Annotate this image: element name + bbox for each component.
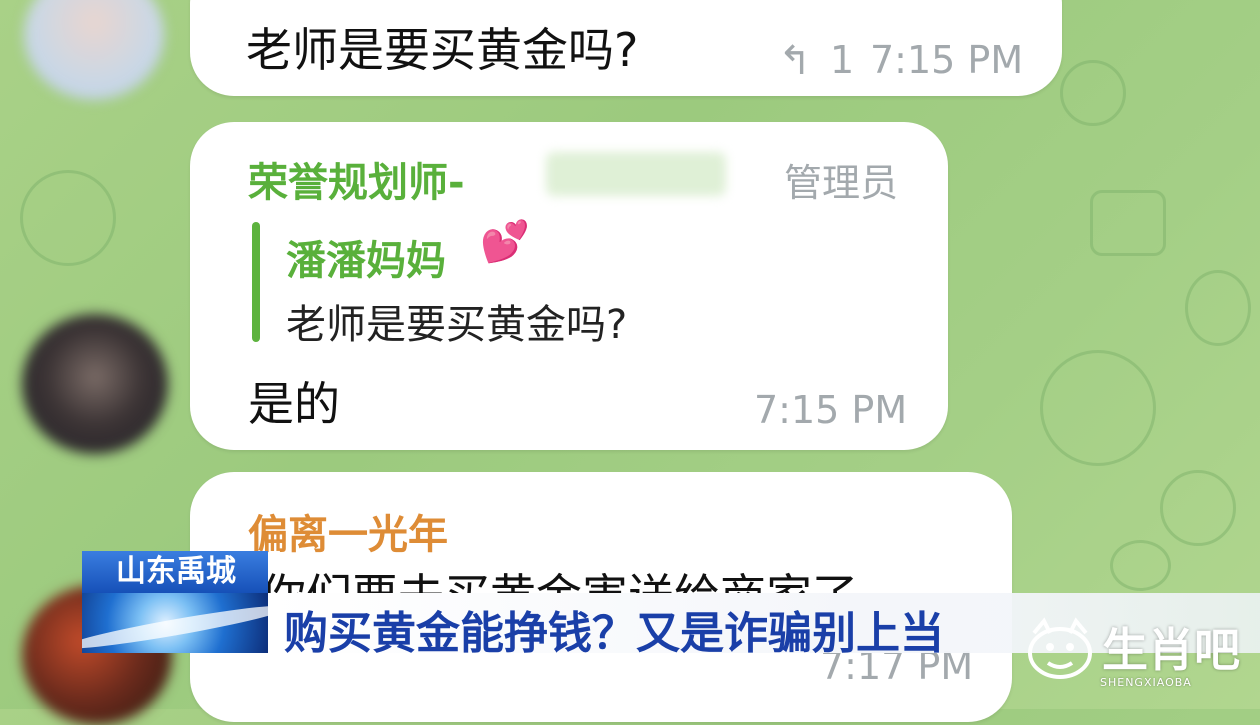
quoted-sender[interactable]: 潘潘妈妈: [286, 228, 446, 286]
reply-arrow-icon[interactable]: ↰: [778, 38, 812, 84]
admin-badge: 管理员: [784, 161, 899, 205]
avatar[interactable]: [22, 314, 168, 454]
avatar[interactable]: [24, 0, 164, 100]
background-doodle: [1040, 350, 1156, 466]
background-doodle: [1090, 190, 1166, 256]
message-text: 老师是要买黄金吗?: [246, 23, 639, 77]
message-bubble[interactable]: 老师是要买黄金吗? ↰ 1 7:15 PM: [190, 0, 1062, 96]
quote-bar: [252, 222, 260, 342]
background-doodle: [1060, 60, 1126, 126]
news-logo: [82, 593, 268, 653]
background-doodle: [20, 170, 116, 266]
message-time: 7:15 PM: [754, 388, 908, 432]
message-text: 是的: [248, 377, 340, 431]
location-label: 山东禹城: [82, 551, 268, 593]
watermark-brand: 生肖吧: [1102, 623, 1240, 677]
message-bubble[interactable]: 荣誉规划师- 管理员 潘潘妈妈 💕 老师是要买黄金吗? 是的 7:15 PM: [190, 122, 948, 450]
news-headline: 购买黄金能挣钱？又是诈骗别上当: [284, 608, 944, 659]
reply-count[interactable]: 1: [830, 38, 854, 82]
background-doodle: [1160, 470, 1236, 546]
zodiac-logo-icon: [1028, 617, 1092, 679]
message-time: 7:15 PM: [870, 38, 1024, 82]
heart-emoji-icon: 💕: [480, 219, 530, 265]
background-doodle: [1185, 270, 1251, 346]
background-doodle: [1110, 540, 1171, 591]
sender-name[interactable]: 偏离一光年: [248, 502, 448, 560]
watermark-sub: SHENGXIAOBA: [1100, 676, 1192, 689]
redacted-name: [546, 152, 726, 196]
sender-name[interactable]: 荣誉规划师-: [248, 150, 465, 208]
quoted-text: 老师是要买黄金吗?: [286, 302, 628, 348]
